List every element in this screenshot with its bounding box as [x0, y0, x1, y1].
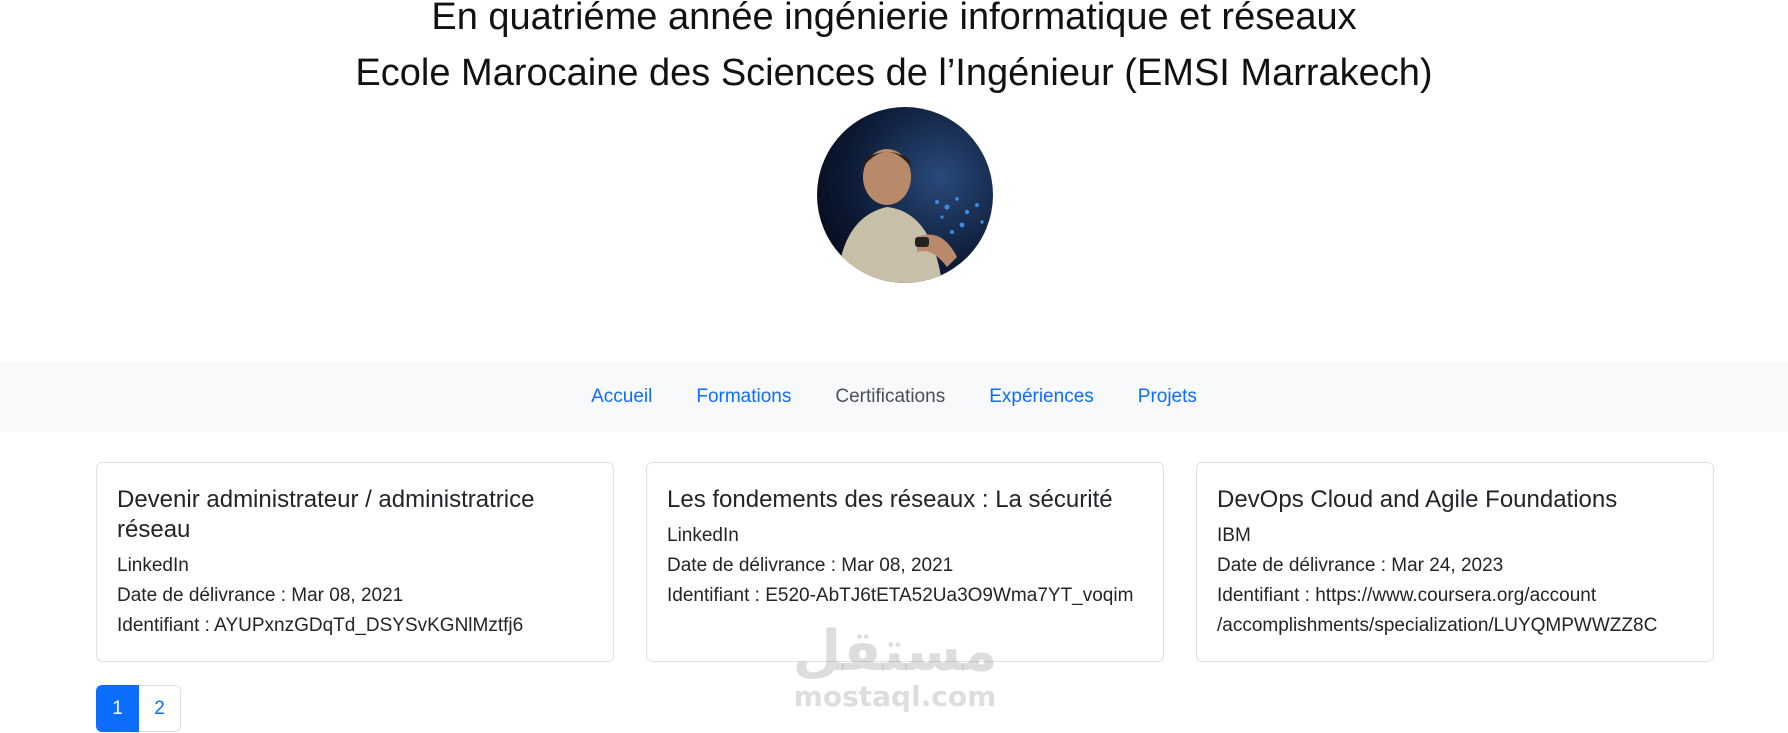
- main-navbar: Accueil Formations Certifications Expéri…: [0, 362, 1788, 432]
- certification-title: DevOps Cloud and Agile Foundations: [1217, 486, 1618, 513]
- pagination: 1 2: [96, 685, 181, 732]
- nav-link-formations[interactable]: Formations: [674, 386, 813, 408]
- certification-date: Date de délivrance : Mar 24, 2023: [1217, 555, 1504, 576]
- profile-subtitle-line2: Ecole Marocaine des Sciences de l’Ingéni…: [0, 45, 1788, 102]
- certification-issuer: IBM: [1217, 525, 1251, 546]
- profile-subtitle-line1: En quatriéme année ingénierie informatiq…: [0, 0, 1788, 46]
- certification-card: Devenir administrateur / administratrice…: [96, 462, 614, 662]
- nav-link-projets[interactable]: Projets: [1116, 386, 1219, 408]
- school-heading: Ecole Marocaine des Sciences de l’Ingéni…: [355, 52, 1433, 94]
- certification-issuer: LinkedIn: [117, 555, 189, 576]
- certification-identifier: Identifiant : AYUPxnzGDqTd_DSYSvKGNlMztf…: [117, 615, 524, 636]
- certification-identifier: Identifiant : E520-AbTJ6tETA52Ua3O9Wma7Y…: [667, 585, 1134, 606]
- page-button-1[interactable]: 1: [96, 685, 139, 732]
- certification-card: DevOps Cloud and Agile Foundations IBM D…: [1196, 462, 1714, 662]
- certification-cards: Devenir administrateur / administratrice…: [96, 462, 1716, 664]
- nav-link-certifications[interactable]: Certifications: [813, 386, 967, 408]
- certification-date: Date de délivrance : Mar 08, 2021: [667, 555, 954, 576]
- profile-header: En quatriéme année ingénierie informatiq…: [0, 0, 1788, 362]
- nav-link-accueil[interactable]: Accueil: [569, 386, 674, 408]
- profile-photo: [817, 107, 993, 283]
- watermark-latin: mostaql.com: [793, 680, 997, 713]
- certification-title: Les fondements des réseaux : La sécurité: [667, 486, 1113, 513]
- certification-identifier: Identifiant : https://www.coursera.org/a…: [1217, 585, 1658, 636]
- study-level-heading: En quatriéme année ingénierie informatiq…: [431, 0, 1357, 38]
- certification-date: Date de délivrance : Mar 08, 2021: [117, 585, 404, 606]
- avatar: [817, 107, 993, 283]
- certification-card: Les fondements des réseaux : La sécurité…: [646, 462, 1164, 662]
- nav-link-experiences[interactable]: Expériences: [967, 386, 1116, 408]
- page-button-2[interactable]: 2: [139, 685, 181, 732]
- certification-title: Devenir administrateur / administratrice…: [117, 486, 535, 543]
- certification-issuer: LinkedIn: [667, 525, 739, 546]
